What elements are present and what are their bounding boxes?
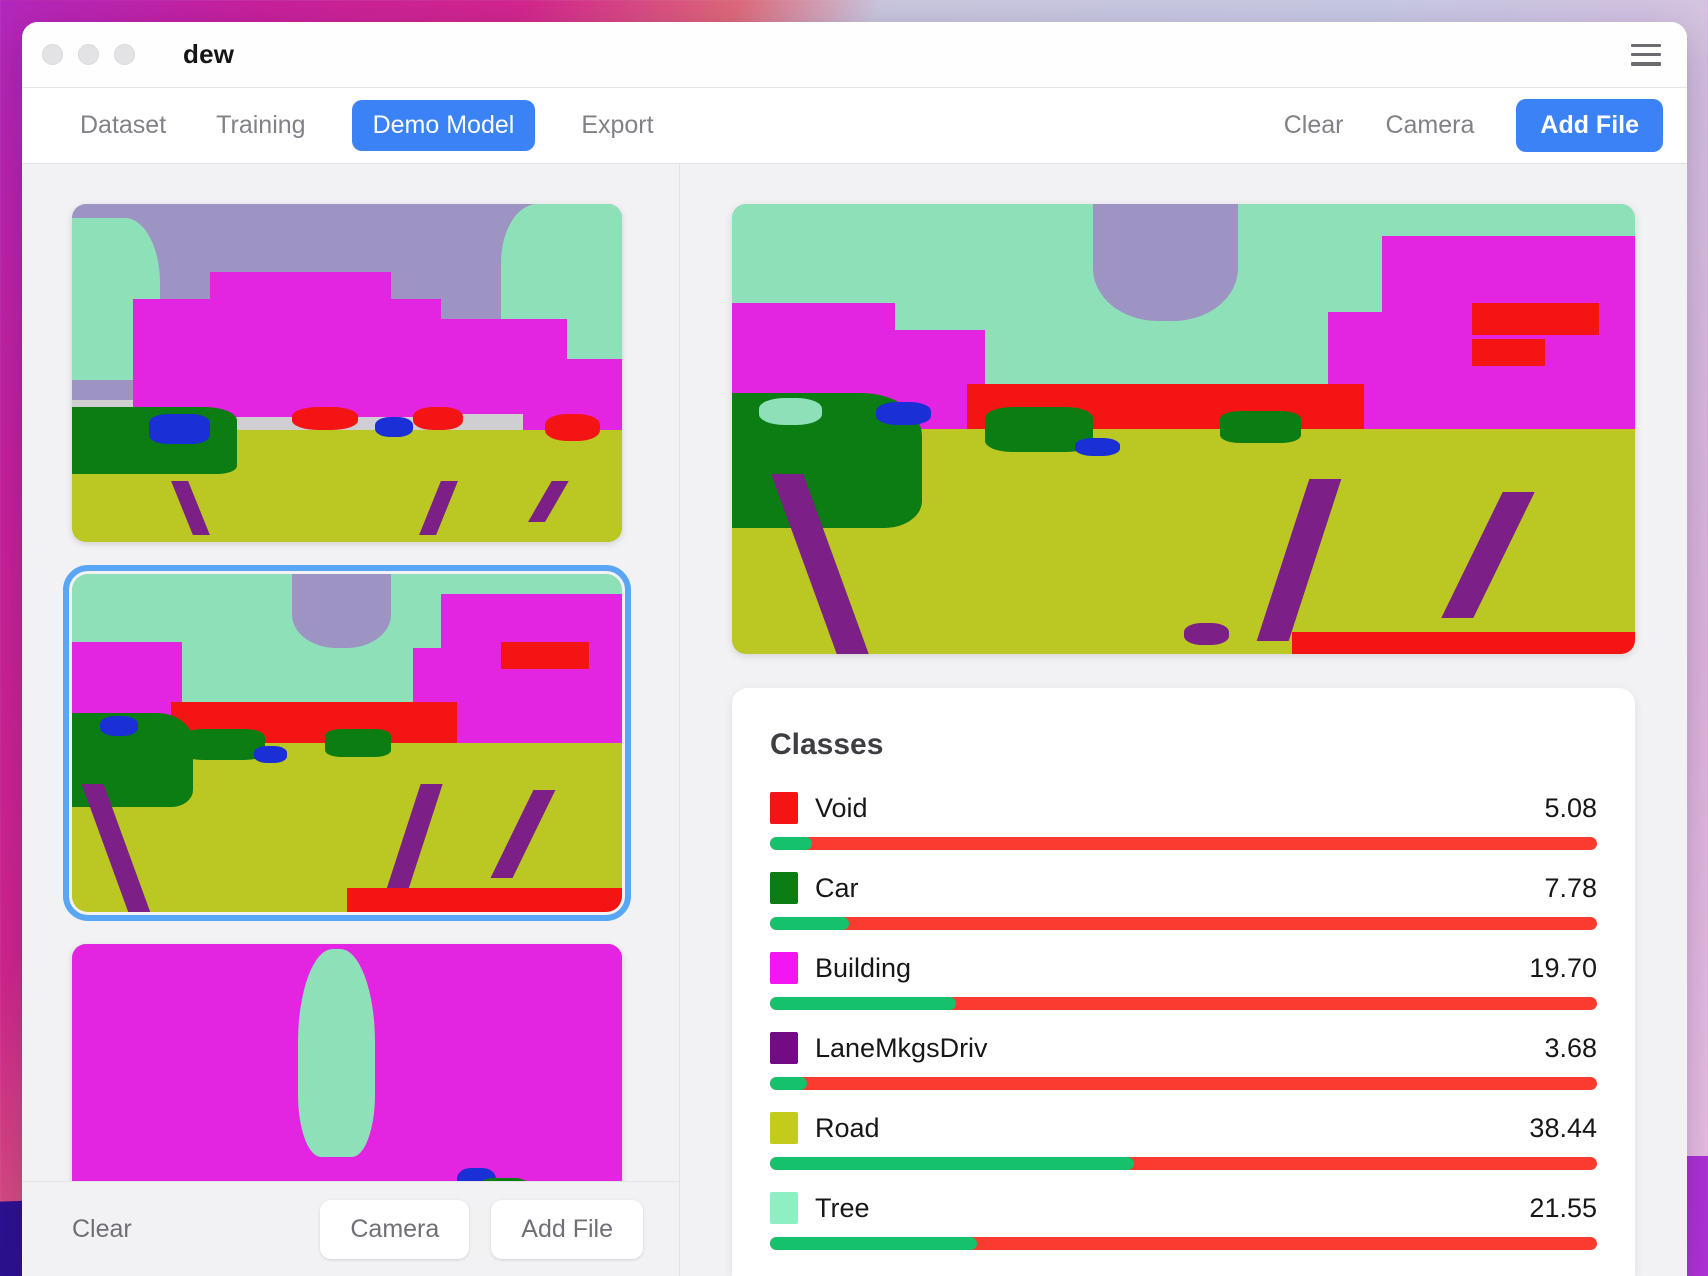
preview-image[interactable] — [732, 204, 1635, 654]
class-header: LaneMkgsDriv 3.68 — [770, 1032, 1597, 1064]
app-window: dew Dataset Training Demo Model Export C… — [22, 22, 1687, 1276]
class-header: Car 7.78 — [770, 872, 1597, 904]
classes-title: Classes — [770, 728, 1597, 762]
thumbnail-rail: Clear Camera Add File — [22, 164, 680, 1276]
class-value: 3.68 — [1544, 1033, 1597, 1064]
class-progress-fill — [770, 1077, 807, 1090]
window-controls — [42, 44, 135, 65]
rail-add-file-button[interactable]: Add File — [491, 1200, 643, 1259]
clear-button[interactable]: Clear — [1284, 111, 1344, 140]
class-label: Building — [815, 953, 911, 984]
rail-clear-button[interactable]: Clear — [72, 1215, 132, 1244]
class-color-swatch — [770, 872, 798, 904]
class-value: 19.70 — [1529, 953, 1597, 984]
class-value: 21.55 — [1529, 1193, 1597, 1224]
class-row-lanemkgsdriv[interactable]: LaneMkgsDriv 3.68 — [770, 1032, 1597, 1090]
classes-panel: Classes Void 5.08 Car 7.78 — [732, 688, 1635, 1276]
class-progress-bar — [770, 1077, 1597, 1090]
tab-dataset[interactable]: Dataset — [76, 109, 170, 142]
class-color-swatch — [770, 792, 798, 824]
add-file-button[interactable]: Add File — [1516, 99, 1663, 152]
tab-demo-model[interactable]: Demo Model — [352, 100, 536, 151]
class-progress-bar — [770, 917, 1597, 930]
class-color-swatch — [770, 952, 798, 984]
minimize-button[interactable] — [78, 44, 99, 65]
toolbar-actions: Clear Camera Add File — [1284, 99, 1663, 152]
class-color-swatch — [770, 1112, 798, 1144]
thumbnail-street-scene[interactable] — [72, 574, 622, 912]
segmentation-overlay — [72, 204, 622, 542]
segmentation-overlay — [72, 574, 622, 912]
class-label: Tree — [815, 1193, 870, 1224]
class-row-tree[interactable]: Tree 21.55 — [770, 1192, 1597, 1250]
class-header: Tree 21.55 — [770, 1192, 1597, 1224]
class-header: Road 38.44 — [770, 1112, 1597, 1144]
class-progress-fill — [770, 917, 849, 930]
thumbnail-narrow-street[interactable] — [72, 944, 622, 1181]
class-label: Void — [815, 793, 868, 824]
class-label: Car — [815, 873, 859, 904]
camera-button[interactable]: Camera — [1385, 111, 1474, 140]
segmentation-overlay-large — [732, 204, 1635, 654]
class-row-void[interactable]: Void 5.08 — [770, 792, 1597, 850]
class-progress-fill — [770, 837, 812, 850]
hamburger-menu-icon[interactable] — [1631, 44, 1661, 66]
main-panel: Classes Void 5.08 Car 7.78 — [680, 164, 1687, 1276]
title-bar: dew — [22, 22, 1687, 88]
class-label: Road — [815, 1113, 880, 1144]
class-value: 38.44 — [1529, 1113, 1597, 1144]
rail-camera-button[interactable]: Camera — [320, 1200, 469, 1259]
tab-training[interactable]: Training — [212, 109, 309, 142]
class-header: Building 19.70 — [770, 952, 1597, 984]
thumbnail-brandenburg-gate[interactable] — [72, 204, 622, 542]
class-color-swatch — [770, 1192, 798, 1224]
class-progress-bar — [770, 1237, 1597, 1250]
segmentation-overlay — [72, 944, 622, 1181]
class-progress-fill — [770, 1237, 977, 1250]
rail-footer-toolbar: Clear Camera Add File — [22, 1181, 679, 1276]
class-header: Void 5.08 — [770, 792, 1597, 824]
class-row-building[interactable]: Building 19.70 — [770, 952, 1597, 1010]
tab-export[interactable]: Export — [577, 109, 657, 142]
window-title: dew — [183, 39, 234, 70]
maximize-button[interactable] — [114, 44, 135, 65]
class-row-road[interactable]: Road 38.44 — [770, 1112, 1597, 1170]
class-progress-bar — [770, 1157, 1597, 1170]
class-value: 7.78 — [1544, 873, 1597, 904]
class-progress-fill — [770, 1157, 1134, 1170]
class-row-car[interactable]: Car 7.78 — [770, 872, 1597, 930]
close-button[interactable] — [42, 44, 63, 65]
class-progress-fill — [770, 997, 956, 1010]
class-progress-bar — [770, 997, 1597, 1010]
class-value: 5.08 — [1544, 793, 1597, 824]
class-label: LaneMkgsDriv — [815, 1033, 988, 1064]
class-progress-bar — [770, 837, 1597, 850]
main-toolbar: Dataset Training Demo Model Export Clear… — [22, 88, 1687, 164]
class-color-swatch — [770, 1032, 798, 1064]
tab-bar: Dataset Training Demo Model Export — [76, 100, 658, 151]
thumbnail-list[interactable] — [22, 164, 679, 1181]
content-area: Clear Camera Add File — [22, 164, 1687, 1276]
